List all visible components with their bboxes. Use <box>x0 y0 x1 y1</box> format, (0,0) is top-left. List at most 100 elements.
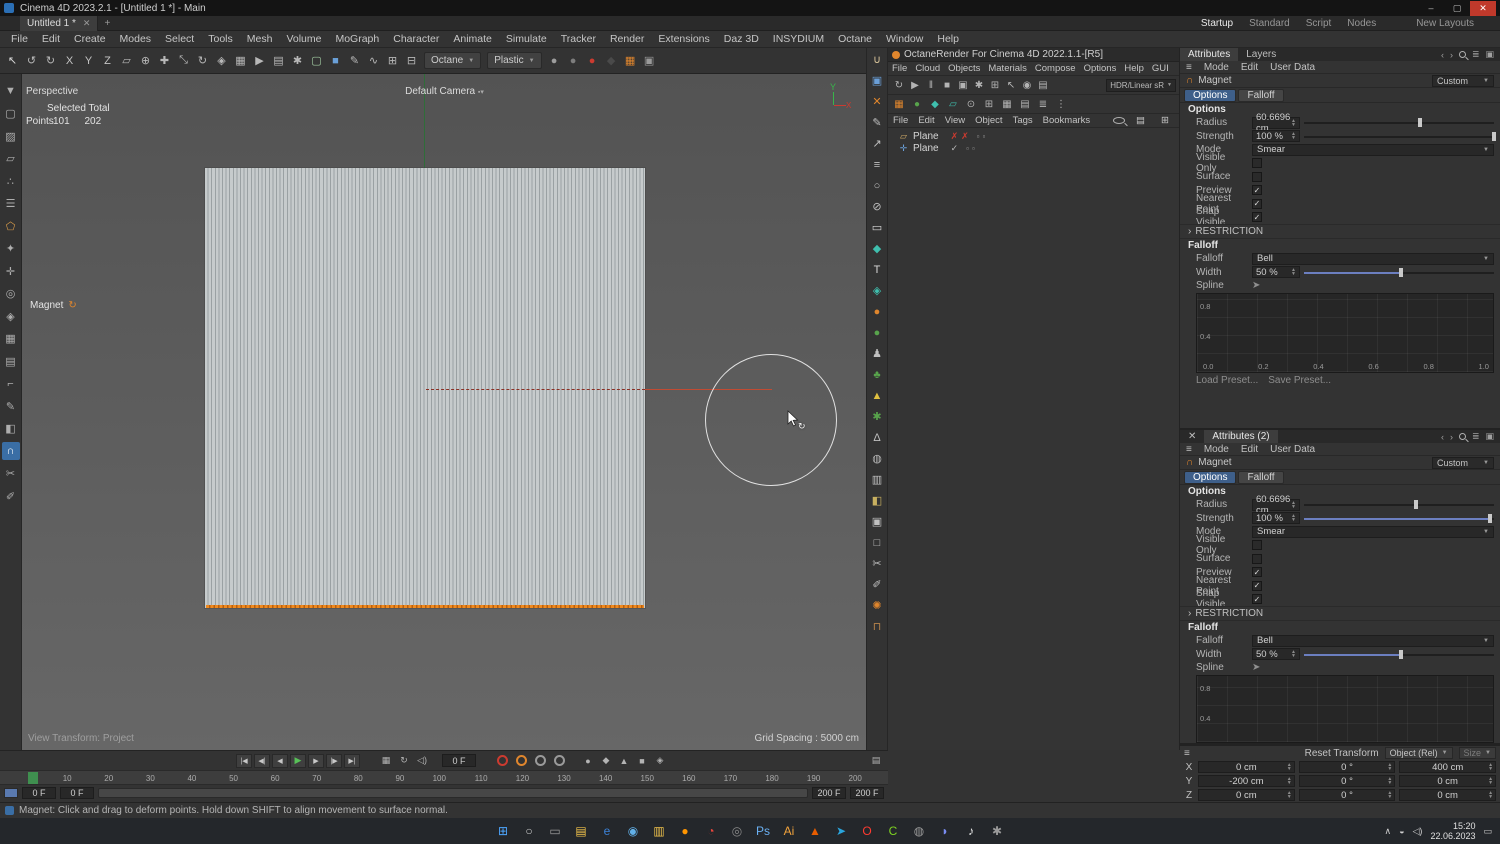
back-arrow-icon[interactable]: ‹ <box>1441 50 1444 60</box>
export-icon[interactable]: ↗ <box>868 135 886 152</box>
octane-lut-dropdown[interactable]: HDR/Linear sR ▼ <box>1106 78 1176 92</box>
workplane-icon[interactable]: ▱ <box>117 51 136 70</box>
search-icon[interactable] <box>1113 117 1126 124</box>
plane-primitive-icon[interactable]: ▭ <box>868 219 886 236</box>
panel-menu-icon[interactable]: ≡ <box>1184 748 1190 759</box>
close-button[interactable]: ✕ <box>1470 0 1496 16</box>
spline-expander-icon[interactable]: ➤ <box>1252 662 1260 673</box>
layout-nodes[interactable]: Nodes <box>1347 18 1376 29</box>
editor-visibility-off-icon[interactable]: ✗ <box>951 131 959 142</box>
camera-label[interactable]: Default Camera ▪▾ <box>22 86 867 97</box>
menu-item[interactable]: Character <box>386 33 446 45</box>
gear-green-icon[interactable]: ✱ <box>868 408 886 425</box>
autokey-button[interactable] <box>516 755 527 766</box>
text-tool-icon[interactable]: T <box>868 261 886 278</box>
quantize-icon[interactable]: ▦ <box>231 51 250 70</box>
selection-key-button[interactable] <box>554 755 565 766</box>
falloff-tab-button[interactable]: Falloff <box>1238 470 1284 484</box>
object-manager-menu-item[interactable]: File <box>888 115 913 126</box>
object-row[interactable]: ▱ Plane ✗ ✗ ▫ ▫ <box>888 130 1179 142</box>
plastic-material-dropdown[interactable]: Plastic ▼ <box>487 52 542 69</box>
object-manager-menu-item[interactable]: Bookmarks <box>1038 115 1096 126</box>
sound-toggle-icon[interactable]: ◁) <box>414 754 430 768</box>
next-key-button[interactable]: |▶ <box>326 753 342 768</box>
menu-item[interactable]: Modes <box>113 33 159 45</box>
warning-icon[interactable]: ▲ <box>868 387 886 404</box>
stepper-icon[interactable]: ▲ ▼ <box>1291 650 1296 659</box>
width-slider[interactable] <box>1304 266 1494 279</box>
strength-slider[interactable] <box>1304 130 1497 143</box>
key-position-icon[interactable]: ● <box>580 754 596 768</box>
chair-icon[interactable]: ⊓ <box>868 618 886 635</box>
menu-item[interactable]: INSYDIUM <box>766 33 831 45</box>
timeline-ruler[interactable]: 10 20 30 40 50 60 70 80 90 100 110 120 130 140 150 160 1… <box>0 770 888 785</box>
tag-icon[interactable]: ▫ <box>966 144 969 153</box>
cinema4d-icon[interactable]: C <box>883 821 904 842</box>
menu-item[interactable]: Octane <box>831 33 879 45</box>
stepper-icon[interactable]: ▲ ▼ <box>1291 514 1296 523</box>
camera-view-icon[interactable]: ◉ <box>1019 78 1035 93</box>
strength-field[interactable]: 100 % ▲ ▼ <box>1252 512 1300 525</box>
plane-light-icon[interactable]: ▱ <box>945 97 961 112</box>
grid-a-icon[interactable]: ⊞ <box>981 97 997 112</box>
folder-icon[interactable]: ▥ <box>649 821 670 842</box>
save-preset-button[interactable]: Save Preset... <box>1268 375 1331 386</box>
texture-mode-icon[interactable]: ▨ <box>2 127 20 145</box>
octane-menu-item[interactable]: Cloud <box>911 63 944 74</box>
falloff-spline-graph[interactable]: 0.8 0.4 0.0 0.2 0.4 0.6 0.8 1.0 <box>1196 292 1494 373</box>
convert-icon[interactable]: ▼ <box>2 82 20 100</box>
octane-render-dropdown[interactable]: Octane ▼ <box>424 52 482 69</box>
stepper-icon[interactable]: ▲ ▼ <box>1287 791 1292 800</box>
redo-icon[interactable]: ↻ <box>41 51 60 70</box>
opera-icon[interactable]: O <box>857 821 878 842</box>
octane-menu-item[interactable]: Materials <box>984 63 1031 74</box>
layout-startup[interactable]: Startup <box>1201 18 1233 29</box>
key-rotation-icon[interactable]: ▲ <box>616 754 632 768</box>
stepper-icon[interactable]: ▲ ▼ <box>1291 118 1296 127</box>
array-icon[interactable]: ⊞ <box>383 51 402 70</box>
coordinate-mode-dropdown[interactable]: Object (Rel) ▼ <box>1384 747 1453 759</box>
flower-icon[interactable]: ✺ <box>868 597 886 614</box>
pause-icon[interactable]: ‖ <box>923 78 939 93</box>
object-flags[interactable]: ▫ ▫ <box>977 132 986 141</box>
width-field[interactable]: 50 % ▲ ▼ <box>1252 648 1300 661</box>
clock[interactable]: 15:20 22.06.2023 <box>1430 821 1475 841</box>
start-button-icon[interactable]: ⊞ <box>493 821 514 842</box>
menu-item[interactable]: Tracker <box>554 33 603 45</box>
undo-icon[interactable]: ↺ <box>22 51 41 70</box>
menu-item[interactable]: Create <box>67 33 113 45</box>
refresh-icon[interactable]: ↻ <box>891 78 907 93</box>
filter-icon[interactable]: ▤ <box>1131 115 1150 126</box>
falloff-tab-button[interactable]: Falloff <box>1238 88 1284 102</box>
render-visibility-off-icon[interactable]: ✗ <box>961 131 969 142</box>
key-parameter-icon[interactable]: ■ <box>634 754 650 768</box>
search-icon[interactable] <box>1458 51 1466 58</box>
range-end-field[interactable]: 200 F <box>812 787 846 799</box>
lock-icon[interactable]: ▣ <box>1485 49 1494 60</box>
falloff-dropdown[interactable]: Bell ▼ <box>1252 252 1494 265</box>
size-mode-dropdown[interactable]: Size ▼ <box>1458 747 1496 759</box>
object-flags[interactable]: ▫ ▫ <box>966 144 975 153</box>
stepper-icon[interactable]: ▲ ▼ <box>1287 777 1292 786</box>
layout-icon[interactable]: ⊞ <box>1156 115 1174 126</box>
instance-icon[interactable]: ⊟ <box>402 51 421 70</box>
mode-dropdown[interactable]: Smear ▼ <box>1252 143 1494 156</box>
stepper-icon[interactable]: ▲ ▼ <box>1387 763 1392 772</box>
restriction-section[interactable]: › RESTRICTION <box>1180 606 1500 621</box>
radius-slider[interactable] <box>1304 116 1494 129</box>
octane-window-titlebar[interactable]: OctaneRender For Cinema 4D 2022.1.1-[R5] <box>888 48 1179 62</box>
loop-icon[interactable]: ↻ <box>396 754 412 768</box>
render-view-icon[interactable]: ▶ <box>250 51 269 70</box>
task-view-icon[interactable]: ▭ <box>545 821 566 842</box>
prohibit-icon[interactable]: ⊘ <box>868 198 886 215</box>
close-panel-icon[interactable]: ✕ <box>1180 430 1204 443</box>
settings-gear-icon[interactable]: ✱ <box>971 78 987 93</box>
new-tab-button[interactable]: + <box>98 18 116 29</box>
camera-menu-icon[interactable]: ▪▾ <box>478 89 484 96</box>
menu-item[interactable]: Extensions <box>651 33 716 45</box>
object-manager-menu-item[interactable]: Edit <box>913 115 939 126</box>
menu-item[interactable]: Simulate <box>499 33 554 45</box>
falloff-dropdown[interactable]: Bell ▼ <box>1252 634 1494 647</box>
surface-checkbox[interactable] <box>1252 171 1262 182</box>
preview-checkbox[interactable]: ✓ <box>1252 185 1262 196</box>
